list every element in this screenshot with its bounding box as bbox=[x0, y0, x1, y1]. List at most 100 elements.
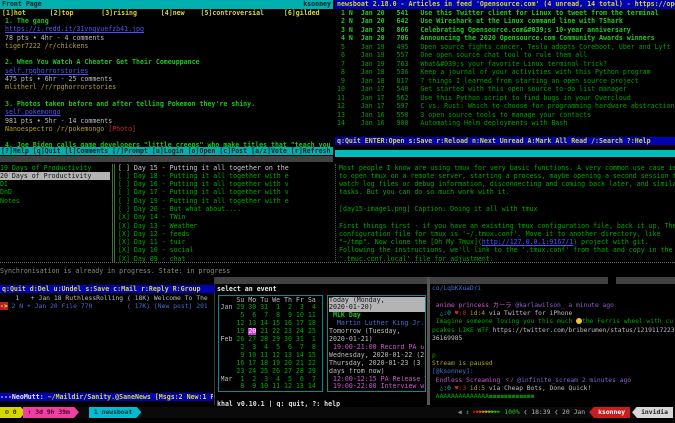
mail-index-row[interactable]: -> 2 N + Jan 20 File 770 ( 17K) [New pos… bbox=[0, 302, 213, 311]
reddit-post-line[interactable]: tiger7222 /r/chickens bbox=[5, 42, 333, 50]
calendar-week-row[interactable]: 8 9 10 11 12 13 14 bbox=[221, 383, 322, 391]
article-list-item[interactable]: 7 Jan 19 763 What&#039;s your favorite L… bbox=[337, 60, 675, 69]
article-list-item[interactable]: 2 N Jan 20 642 Use Wireshark at the Linu… bbox=[337, 17, 675, 26]
tmux-window-tab[interactable]: 1 newsboat bbox=[89, 407, 141, 419]
calendar-week-row[interactable]: Jan 29 30 31 1 2 3 4 bbox=[221, 304, 322, 312]
article-list-item[interactable]: 9 Jan 18 817 7 things I learned from sta… bbox=[337, 77, 675, 86]
text-segment: https://twitter.com/briberumen/status/12… bbox=[492, 326, 675, 334]
text-segment: Following the instructions, we'll link t… bbox=[339, 246, 673, 255]
text-segment: 7 Jan 19 763 What&#039;s your favorite L… bbox=[337, 59, 607, 68]
event-list-row[interactable]: 2020-01-20) bbox=[329, 304, 425, 313]
reddit-post-line[interactable]: 475 pts • 6hr - 25 comments bbox=[5, 75, 333, 83]
article-list-item[interactable]: 12 Jan 17 597 C vs. Rust: Which to choos… bbox=[337, 102, 675, 111]
article-list-item[interactable]: 3 N Jan 20 866 Celebrating Opensource.co… bbox=[337, 26, 675, 35]
calendar-week-row[interactable]: Mar 1 2 3 4 5 6 7 bbox=[221, 376, 322, 384]
pane-border-dotted bbox=[0, 261, 675, 263]
text-segment bbox=[221, 368, 237, 375]
todo-task-item[interactable]: [ ] Day 15 - Putting it all together on … bbox=[118, 164, 333, 172]
article-list-item[interactable]: 8 Jan 18 536 Keep a journal of your acti… bbox=[337, 68, 675, 77]
text-segment bbox=[221, 344, 237, 351]
event-list-row[interactable]: Tomorrow (Tuesday, bbox=[329, 328, 425, 336]
todo-list-name[interactable]: 19 Days of Productivity bbox=[0, 164, 110, 172]
article-list-item[interactable]: 13 Jan 16 558 3 open source tools to man… bbox=[337, 111, 675, 120]
event-list-row[interactable]: days from now) bbox=[329, 368, 425, 376]
todo-task-item[interactable]: [ ] Day 16 - Putting it all together wit… bbox=[118, 180, 333, 188]
reddit-post-line[interactable]: mlitherl /r/rpghorrorstories bbox=[5, 83, 333, 91]
text-segment: http://127.0.0.1:9167/1 bbox=[481, 238, 574, 247]
reddit-post-line[interactable] bbox=[5, 50, 333, 58]
text-segment: DnD bbox=[0, 188, 12, 197]
todo-task-item[interactable]: [X] Day 12 - feeds bbox=[118, 230, 333, 238]
khal-stream-divider[interactable] bbox=[426, 277, 430, 405]
tmux-status-right: ◀ ↕ ▶▶▶▶▶▶▶▶▶ 100% ❮ 18:39 ❮ 20 Jan kson… bbox=[458, 406, 675, 418]
todo-task-item[interactable]: [X] Day 13 - Weather bbox=[118, 222, 333, 230]
calendar-week-row[interactable]: 23 24 25 26 27 28 29 bbox=[221, 368, 322, 376]
text-segment: pcakes LIKE WTF bbox=[432, 326, 493, 334]
clock-time: 18:39 bbox=[531, 407, 555, 416]
reddit-post-line[interactable]: 78 pts • 4hr - 4 comments bbox=[5, 34, 333, 42]
text-segment: a minute ago bbox=[564, 301, 614, 309]
text-segment: 2. When You Watch A Cheater Get Their Co… bbox=[5, 58, 200, 67]
todo-list-name[interactable]: DI bbox=[0, 180, 110, 188]
mail-index-row[interactable]: 1 + Jan 18 RuthlessRolling ( 18K) Welcom… bbox=[0, 294, 213, 302]
article-list-item[interactable]: 1 N Jan 20 541 Use this Twitter client f… bbox=[337, 9, 675, 18]
calendar-week-row[interactable]: 2 3 4 5 6 7 8 bbox=[221, 344, 322, 352]
calendar-week-row[interactable]: 19 20 21 22 23 24 25 bbox=[221, 328, 322, 336]
calendar-week-row[interactable]: 12 13 14 15 16 17 18 bbox=[221, 320, 322, 328]
reddit-post-line[interactable] bbox=[5, 92, 333, 100]
todo-task-item[interactable]: [X] Day 11 - tuir bbox=[118, 238, 333, 246]
article-list-item[interactable]: 11 Jan 17 562 Use this Python script to … bbox=[337, 94, 675, 103]
event-list-row[interactable]: 2020-01-21) bbox=[329, 336, 425, 344]
todo-task-item[interactable]: [ ] Day 17 - Putting it all together wit… bbox=[118, 188, 333, 196]
text-segment: 1 2 3 4 5 6 7 bbox=[236, 375, 316, 383]
todo-task-item[interactable]: [X] Day 10 - social bbox=[118, 246, 333, 254]
event-list-row[interactable]: 12:00-12:15 PA Release T bbox=[329, 376, 425, 384]
event-list-row[interactable]: Today (Monday, bbox=[329, 296, 425, 305]
article-list-item[interactable]: 14 Jan 16 900 Automating Helm deployment… bbox=[337, 119, 675, 128]
calendar-week-row[interactable]: 9 10 11 12 13 14 15 bbox=[221, 352, 322, 360]
event-list-row[interactable]: Thursday, 2020-01-23 (3 bbox=[329, 360, 425, 368]
text-segment: [ ] Day 19 - Putting it all together wit… bbox=[118, 196, 289, 205]
reddit-post-line[interactable] bbox=[5, 133, 333, 141]
calendar-week-row[interactable]: 16 17 18 19 20 21 22 bbox=[221, 360, 322, 368]
todo-list-name[interactable]: 20 Days of Productivity bbox=[0, 171, 110, 181]
calendar-week-row[interactable]: Feb 26 27 28 29 30 31 1 bbox=[221, 336, 322, 344]
todo-list-name[interactable]: DnD bbox=[0, 188, 110, 196]
article-list-item[interactable]: 4 N Jan 20 706 Announcing the 2020 Opens… bbox=[337, 34, 675, 43]
event-list-row[interactable]: Martin Luther King Jr. bbox=[329, 320, 425, 328]
reddit-post-line[interactable]: 3. Photos taken before and after telling… bbox=[5, 100, 333, 108]
text-segment: self.pokemongo bbox=[5, 108, 61, 117]
reddit-post-line[interactable]: https://i.redd.it/31vnqyuefzb41.jpg bbox=[5, 25, 333, 33]
todo-list-name[interactable]: Notes bbox=[0, 197, 110, 205]
todo-task-item[interactable]: [ ] Day 18 - Putting it all together wit… bbox=[118, 172, 333, 180]
mutt-khal-divider[interactable] bbox=[213, 277, 215, 405]
reddit-post-line[interactable]: self.rpghorrorstories bbox=[5, 67, 333, 75]
article-list-item[interactable]: 6 Jan 19 557 One open source chat tool t… bbox=[337, 51, 675, 60]
session-badge[interactable]: ⊙ 0 bbox=[0, 407, 26, 419]
text-segment: 9 Jan 18 817 7 things I learned from sta… bbox=[337, 76, 639, 85]
event-list-row[interactable]: 19:00-22:00 Interview wi bbox=[329, 383, 425, 391]
article-list-item[interactable]: 10 Jan 17 540 Get started with this open… bbox=[337, 85, 675, 94]
event-list-row[interactable]: Wednesday, 2020-01-22 (2 bbox=[329, 352, 425, 360]
article-list-item[interactable]: 5 Jan 19 495 Open source fights cancer, … bbox=[337, 43, 675, 52]
calendar-week-row[interactable]: Su Mo Tu We Th Fr Sa bbox=[221, 297, 322, 305]
todo-task-item[interactable]: [ ] Day 20 - But what about.... bbox=[118, 205, 333, 213]
reddit-post-line[interactable]: self.pokemongo bbox=[5, 108, 333, 116]
todo-task-item[interactable]: [X] Day 14 - TWin bbox=[118, 213, 333, 221]
text-segment: Wednesday, 2020-01-22 (2 bbox=[329, 351, 425, 359]
todo-task-item[interactable]: [X] Day 09 - chat bbox=[118, 255, 333, 262]
text-segment: [@ksonney]: bbox=[432, 368, 474, 376]
reddit-post-line[interactable]: 2. When You Watch A Cheater Get Their Co… bbox=[5, 58, 333, 66]
text-segment: watch log files or debug information, di… bbox=[339, 180, 675, 189]
text-segment: 21 22 23 24 25 bbox=[256, 328, 316, 336]
calendar-week-row[interactable]: 5 6 7 8 9 10 11 bbox=[221, 312, 322, 320]
tuir-tab-bar[interactable]: [1]hot [2]top [3]rising [4]new [5]contro… bbox=[0, 9, 333, 17]
event-list-row[interactable]: MLK Day bbox=[329, 312, 425, 320]
todo-task-item[interactable]: [ ] Day 19 - Putting it all together wit… bbox=[118, 197, 333, 205]
event-list-row[interactable]: 19:00-21:00 Record PA ↻ bbox=[329, 344, 425, 352]
reddit-post-line[interactable]: Nanoespectro /r/pokemongo [Photo] bbox=[5, 125, 333, 133]
text-segment: 26 27 28 29 30 31 1 bbox=[236, 336, 316, 344]
reddit-post-line[interactable]: 1. The gang bbox=[5, 17, 333, 25]
reddit-post-line[interactable]: 981 pts • 5hr - 14 comments bbox=[5, 117, 333, 125]
text-segment: 6 Jan 19 557 One open source chat tool t… bbox=[337, 51, 588, 60]
